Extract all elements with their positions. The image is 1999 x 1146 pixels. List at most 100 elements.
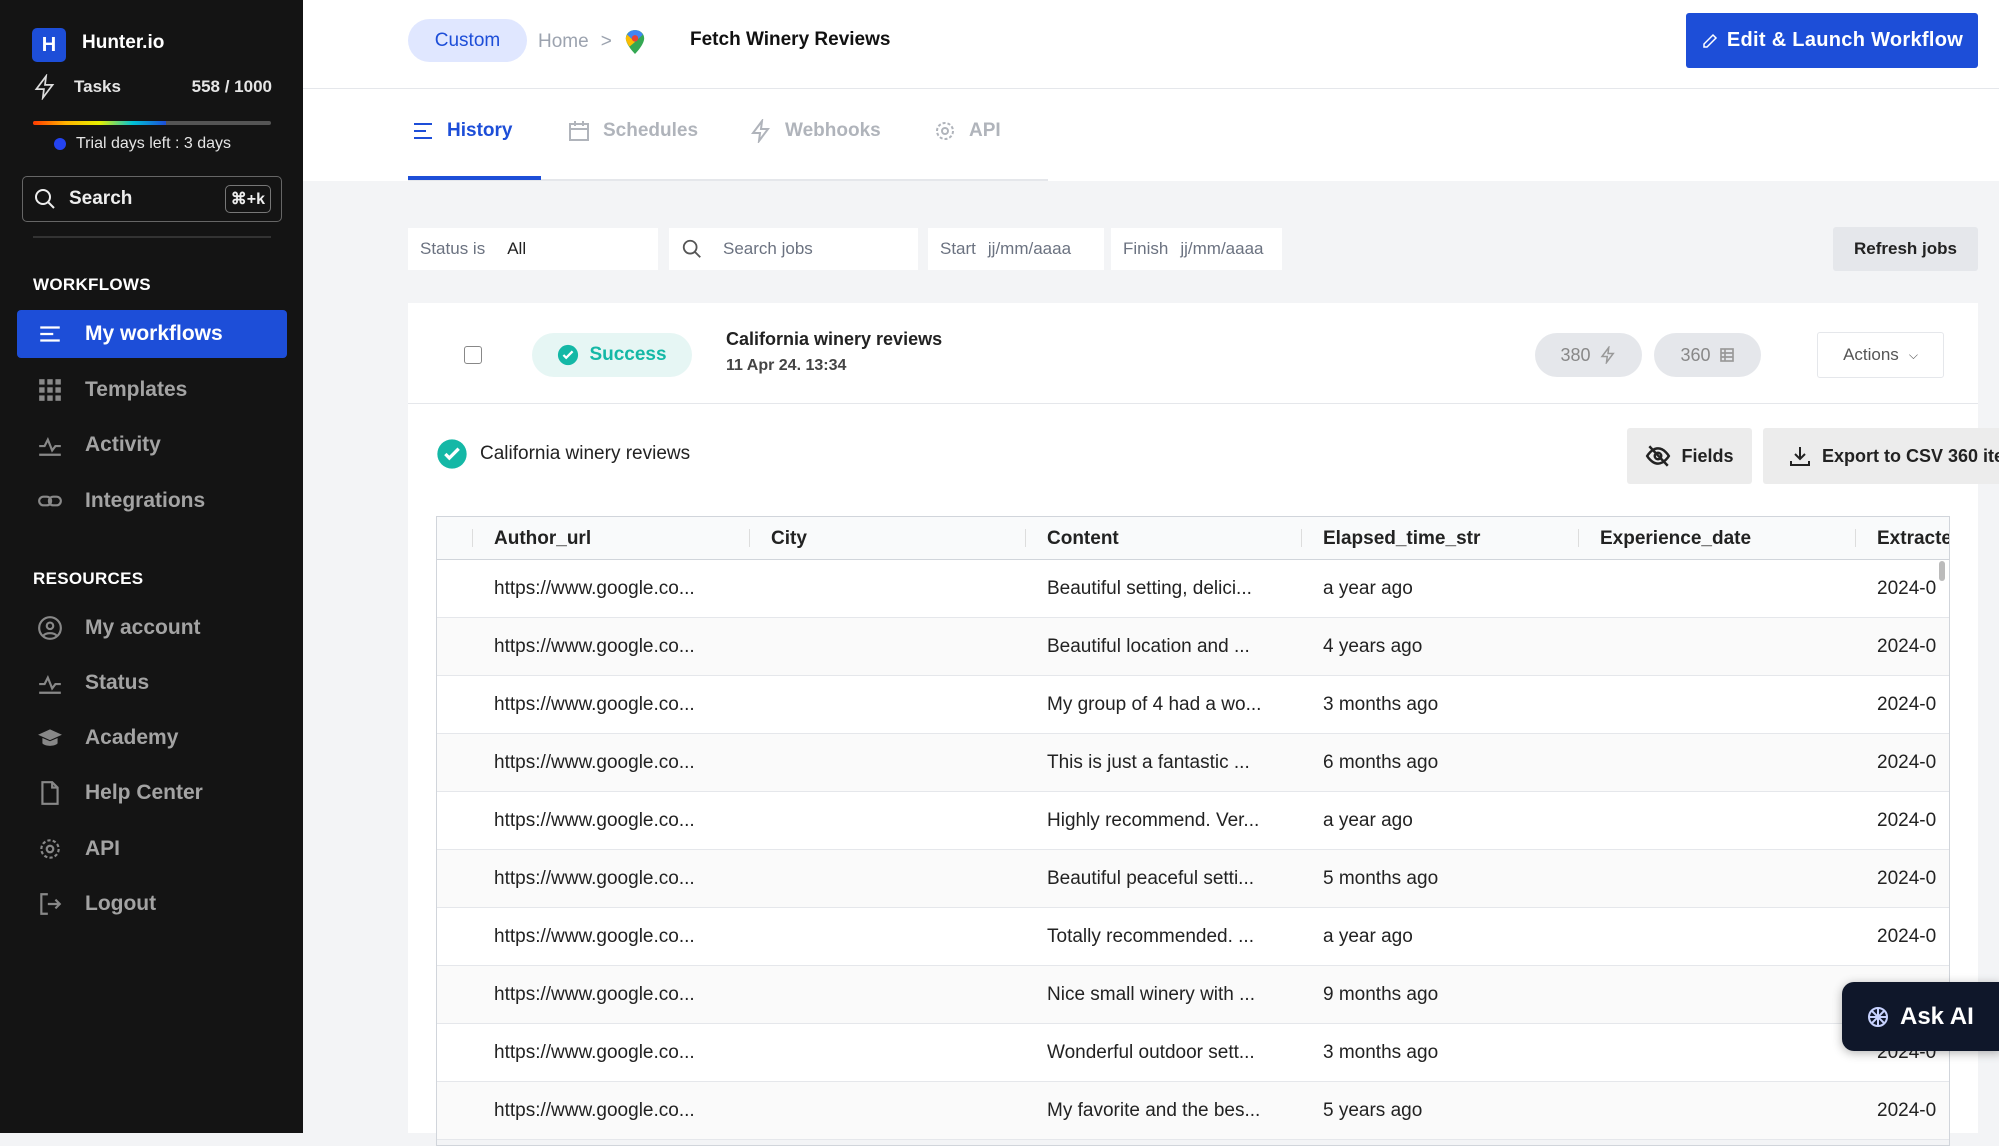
chevron-right-icon: > [600,31,612,52]
tab-label: API [969,120,1001,141]
table-cell: My favorite and the bes... [1047,1100,1261,1121]
table-cell: Beautiful location and ... [1047,636,1250,657]
table-cell: 4 years ago [1323,636,1423,657]
table-cell: Beautiful setting, delici... [1047,578,1252,599]
ask-ai-button[interactable]: Ask AI [1842,982,1999,1051]
sidebar-item-my-account[interactable]: My account [17,604,287,652]
actions-dropdown[interactable]: Actions ⌵ [1817,332,1944,378]
table-header: Author_url City Content Elapsed_time_str Exp… [437,517,1949,560]
column-header[interactable]: Elapsed_time_str [1323,528,1480,550]
table-cell: Highly recommend. Ver... [1047,810,1260,831]
table-row[interactable]: https://www.google.co... Highly recommend… [437,792,1949,850]
download-icon [1789,447,1810,466]
job-checkbox[interactable] [464,346,482,364]
link-icon [38,495,62,507]
column-resize-handle[interactable] [1301,529,1302,547]
trial-dot-icon [54,138,66,150]
column-resize-handle[interactable] [749,529,750,547]
finish-date-input[interactable]: Finish jj/mm/aaaa [1111,228,1282,270]
sidebar-item-logout[interactable]: Logout [17,880,287,928]
resources-heading: RESOURCES [33,569,144,588]
sidebar-item-my-workflows[interactable]: My workflows [17,310,287,358]
export-label: Export to CSV 360 items [1821,445,1999,466]
table-cell: https://www.google.co... [494,752,695,773]
calendar-icon [569,121,589,141]
tab-schedules[interactable]: Schedules [567,119,698,143]
column-resize-handle[interactable] [472,529,473,547]
google-maps-icon [625,30,644,54]
sidebar-item-templates[interactable]: Templates [17,366,287,414]
chevron-down-icon: ⌵ [1908,347,1918,362]
table-cell: https://www.google.co... [494,926,695,947]
sidebar-item-api[interactable]: API [17,825,287,873]
table-row[interactable]: https://www.google.co... Wonderful outdoo… [437,1024,1949,1082]
table-cell: https://www.google.co... [494,694,695,715]
column-resize-handle[interactable] [1025,529,1026,547]
document-icon [41,781,59,805]
column-resize-handle[interactable] [1578,529,1579,547]
table-row[interactable]: https://www.google.co... This is just a f… [437,734,1949,792]
sidebar-item-label: Templates [85,378,188,401]
column-header[interactable]: Extracte [1877,528,1949,550]
table-cell: 5 years ago [1323,1100,1423,1121]
tab-webhooks[interactable]: Webhooks [749,119,881,143]
table-row[interactable]: https://www.google.co... My group of 4 ha… [437,676,1949,734]
table-cell: This is just a fantastic ... [1047,752,1250,773]
brand-logo: H [32,28,66,62]
export-csv-button[interactable]: Export to CSV 360 items [1763,428,1999,484]
fields-label: Fields [1681,445,1734,466]
tabs-bar [303,89,1999,181]
search-label: Search [69,188,133,209]
refresh-jobs-button[interactable]: Refresh jobs [1833,227,1978,271]
tasks-progress-fill [33,121,166,125]
table-cell: 9 months ago [1323,984,1439,1005]
sparkle-icon [1868,1006,1888,1027]
breadcrumb-custom[interactable]: Custom [408,19,527,62]
list-icon [40,326,60,342]
table-cell: Totally recommended. ... [1047,926,1254,947]
table-row[interactable]: https://www.google.co... Beautiful peacef… [437,850,1949,908]
table-row[interactable]: https://www.google.co... Beautiful settin… [437,560,1949,618]
table-scrollbar[interactable] [1939,561,1945,581]
column-header[interactable]: Author_url [494,528,591,550]
tasks-label: Tasks [74,77,121,96]
main-content: Custom Home > Fetch Winery Reviews Edit … [303,0,1999,1146]
table-row[interactable]: https://www.google.co... Nice small winer… [437,966,1949,1024]
start-placeholder: jj/mm/aaaa [987,239,1072,258]
column-resize-handle[interactable] [1855,529,1856,547]
tab-history[interactable]: History [411,119,512,143]
search-jobs-input[interactable]: Search jobs [669,228,918,270]
table-row[interactable]: https://www.google.co... My favorite and … [437,1082,1949,1140]
column-header[interactable]: Experience_date [1600,528,1751,550]
status-filter[interactable]: Status is All [408,228,658,270]
column-header[interactable]: City [771,528,807,550]
sidebar: H Hunter.io Tasks 558 / 1000 Trial days … [0,0,303,1133]
table-cell: 3 months ago [1323,1042,1439,1063]
pencil-icon [1703,33,1717,48]
fields-button[interactable]: Fields [1627,428,1752,484]
breadcrumb-home[interactable]: Home [538,31,589,53]
sidebar-item-status[interactable]: Status [17,659,287,707]
column-header[interactable]: Content [1047,528,1119,550]
table-cell: Nice small winery with ... [1047,984,1255,1005]
search-jobs-placeholder: Search jobs [723,239,813,258]
workflows-heading: WORKFLOWS [33,275,151,294]
sidebar-item-activity[interactable]: Activity [17,421,287,469]
sidebar-item-academy[interactable]: Academy [17,714,287,762]
search-button[interactable]: Search ⌘+k [22,176,282,222]
job-row[interactable]: Success California winery reviews 11 Apr… [408,303,1978,404]
sidebar-item-integrations[interactable]: Integrations [17,477,287,525]
table-row[interactable]: https://www.google.co... Beautiful locati… [437,618,1949,676]
page-title: Fetch Winery Reviews [690,29,891,50]
table-cell: 2024-0 [1877,752,1937,773]
start-date-input[interactable]: Start jj/mm/aaaa [928,228,1104,270]
table-cell: 2024-0 [1877,578,1937,599]
eye-off-icon [1646,445,1671,467]
tab-api[interactable]: API [933,119,1001,143]
sidebar-item-help-center[interactable]: Help Center [17,769,287,817]
edit-launch-workflow-button[interactable]: Edit & Launch Workflow [1686,13,1978,68]
sidebar-item-label: My workflows [85,322,223,345]
table-row[interactable]: https://www.google.co... Totally recommen… [437,908,1949,966]
tasks-counter: Tasks 558 / 1000 [32,74,272,100]
sidebar-item-label: API [85,837,121,860]
